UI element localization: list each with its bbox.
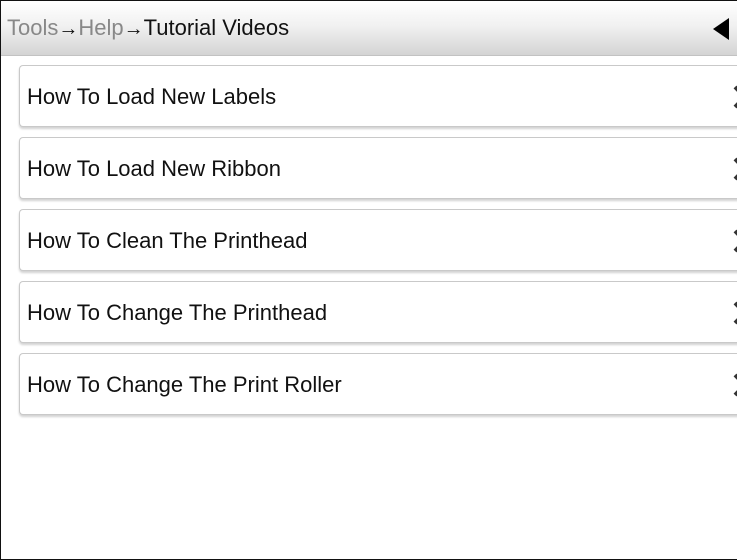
header-bar: Tools→Help→Tutorial Videos [1,1,737,56]
list-item-clean-printhead[interactable]: How To Clean The Printhead [19,209,737,271]
breadcrumb-separator-arrow: → [58,18,79,40]
list-item-label: How To Change The Printhead [27,300,328,325]
breadcrumb-item-tools[interactable]: Tools [7,15,58,40]
list-item-load-new-labels[interactable]: How To Load New Labels [19,65,737,127]
chevron-right-icon [731,156,737,182]
breadcrumb: Tools→Help→Tutorial Videos [7,15,289,42]
chevron-right-icon [731,228,737,254]
chevron-right-icon [731,372,737,398]
breadcrumb-item-help[interactable]: Help [78,15,123,40]
tutorial-video-list: How To Load New Labels How To Load New R… [1,56,737,415]
list-item-label: How To Load New Labels [27,84,277,109]
list-item-change-print-roller[interactable]: How To Change The Print Roller [19,353,737,415]
list-item-label: How To Clean The Printhead [27,228,308,253]
breadcrumb-item-tutorial-videos: Tutorial Videos [143,15,290,40]
breadcrumb-separator-arrow: → [123,18,144,40]
back-triangle-icon [713,18,729,40]
back-button[interactable] [711,17,731,41]
list-item-label: How To Load New Ribbon [27,156,281,181]
tutorial-videos-screen: Tools→Help→Tutorial Videos How To Load N… [0,0,737,560]
list-item-load-new-ribbon[interactable]: How To Load New Ribbon [19,137,737,199]
chevron-right-icon [731,300,737,326]
list-item-change-printhead[interactable]: How To Change The Printhead [19,281,737,343]
chevron-right-icon [731,84,737,110]
list-item-label: How To Change The Print Roller [27,372,342,397]
